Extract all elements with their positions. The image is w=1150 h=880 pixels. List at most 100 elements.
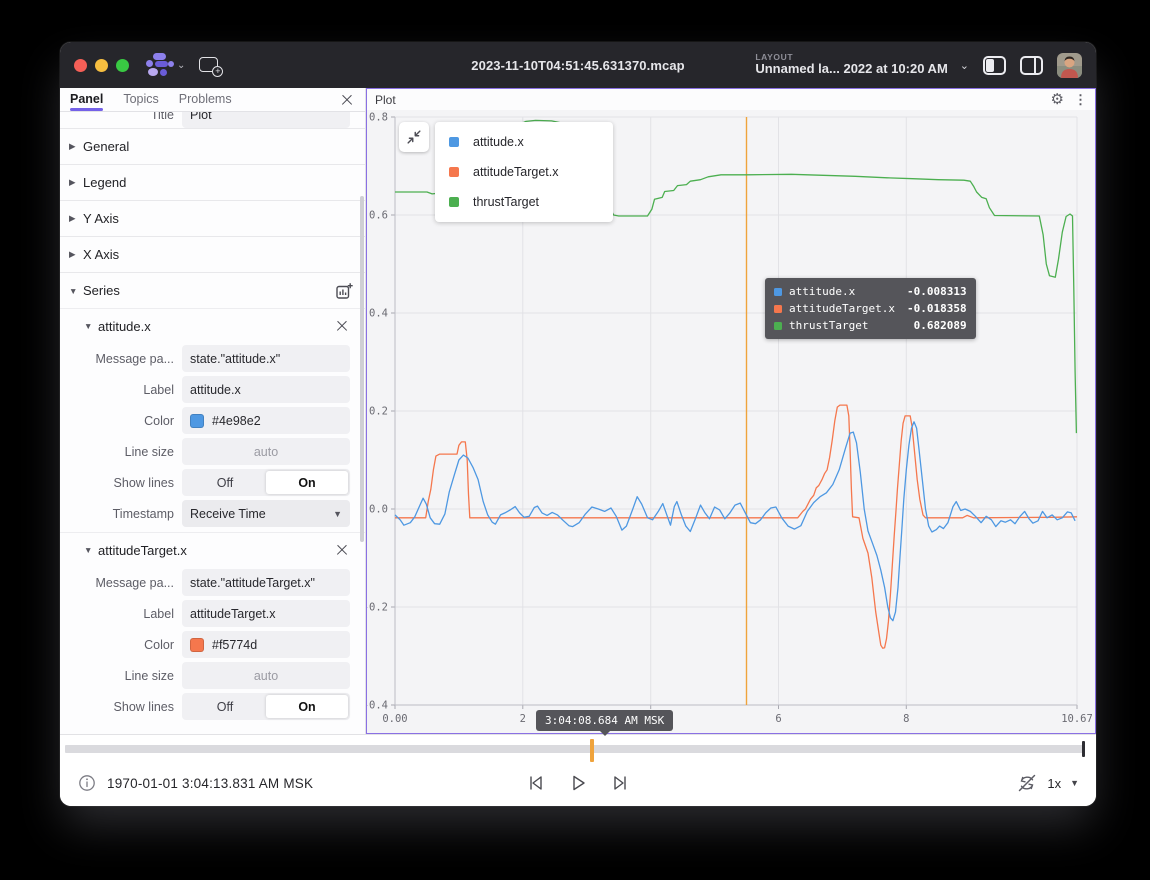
legend-swatch-green bbox=[449, 197, 459, 207]
section-series[interactable]: ▼ Series bbox=[60, 272, 365, 308]
tab-topics[interactable]: Topics bbox=[123, 89, 158, 111]
section-x-axis[interactable]: ▶ X Axis bbox=[60, 236, 365, 272]
timestamp-select[interactable]: Receive Time ▼ bbox=[182, 500, 350, 527]
legend-item-attitude-target-x[interactable]: attitudeTarget.x bbox=[435, 157, 613, 187]
plot-legend: attitude.x attitudeTarget.x thrustTarget bbox=[435, 122, 613, 222]
series-node-attitude-target-x: ▼ attitudeTarget.x Message pa... state."… bbox=[60, 532, 365, 725]
show-lines-on-option[interactable]: On bbox=[266, 695, 348, 718]
layout-chevron-icon[interactable]: ⌄ bbox=[960, 59, 969, 72]
current-timestamp[interactable]: 1970-01-01 3:04:13.831 AM MSK bbox=[107, 776, 313, 791]
speed-chevron-icon[interactable]: ▼ bbox=[1070, 778, 1079, 788]
remove-series-icon[interactable] bbox=[333, 541, 351, 559]
scrubber-playhead[interactable] bbox=[1082, 741, 1085, 757]
show-lines-toggle: Off On bbox=[182, 469, 350, 496]
color-input[interactable]: #4e98e2 bbox=[182, 407, 350, 434]
collapsed-arrow-icon: ▶ bbox=[69, 177, 83, 188]
section-y-axis[interactable]: ▶ Y Axis bbox=[60, 200, 365, 236]
timeline-scrubber[interactable] bbox=[60, 735, 1096, 761]
right-sidebar-toggle-icon[interactable] bbox=[1020, 56, 1043, 75]
svg-text:8: 8 bbox=[903, 713, 909, 725]
legend-swatch-orange bbox=[449, 167, 459, 177]
show-lines-on-option[interactable]: On bbox=[266, 471, 348, 494]
user-avatar[interactable] bbox=[1057, 53, 1082, 78]
line-size-input[interactable]: auto bbox=[182, 662, 350, 689]
sidebar-scroll-area[interactable]: Title Plot ▶ General ▶ Legend ▶ Y Axis bbox=[60, 112, 365, 734]
layout-selector[interactable]: LAYOUT Unnamed la... 2022 at 10:20 AM bbox=[755, 53, 947, 78]
svg-text:6: 6 bbox=[775, 713, 781, 725]
scrubber-track[interactable] bbox=[65, 745, 1085, 753]
section-legend[interactable]: ▶ Legend bbox=[60, 164, 365, 200]
show-lines-off-option[interactable]: Off bbox=[184, 471, 266, 494]
color-swatch[interactable] bbox=[190, 638, 204, 652]
app-logo-icon[interactable] bbox=[145, 52, 175, 78]
plot-panel-header[interactable]: Plot ⚙ ⋮ bbox=[367, 89, 1095, 110]
svg-text:0.4: 0.4 bbox=[369, 308, 388, 320]
plot-panel[interactable]: Plot ⚙ ⋮ 0.80.60.40.20.0-0.2-0.40.002468… bbox=[366, 88, 1096, 734]
series-node-attitude-x: ▼ attitude.x Message pa... state."attitu… bbox=[60, 308, 365, 532]
tooltip-value: 0.682089 bbox=[914, 319, 967, 332]
show-lines-toggle: Off On bbox=[182, 693, 350, 720]
svg-text:0.0: 0.0 bbox=[369, 504, 388, 516]
color-input[interactable]: #f5774d bbox=[182, 631, 350, 658]
info-icon[interactable] bbox=[77, 773, 97, 793]
line-size-input[interactable]: auto bbox=[182, 438, 350, 465]
minimize-window-button[interactable] bbox=[95, 59, 108, 72]
expanded-arrow-icon: ▼ bbox=[84, 321, 98, 331]
playback-speed[interactable]: 1x bbox=[1047, 776, 1061, 791]
seek-end-icon[interactable] bbox=[610, 772, 632, 794]
zoom-window-button[interactable] bbox=[116, 59, 129, 72]
label-input[interactable]: attitude.x bbox=[182, 376, 350, 403]
new-window-button[interactable]: + bbox=[199, 56, 221, 74]
scrubber-hover-tooltip: 3:04:08.684 AM MSK bbox=[536, 710, 673, 731]
chevron-down-icon: ▼ bbox=[333, 509, 342, 519]
collapse-legend-button[interactable] bbox=[399, 122, 429, 152]
color-value: #f5774d bbox=[212, 638, 257, 652]
color-value: #4e98e2 bbox=[212, 414, 261, 428]
plot-chart-area[interactable]: 0.80.60.40.20.0-0.2-0.40.00246810.67 att… bbox=[367, 110, 1095, 733]
collapsed-arrow-icon: ▶ bbox=[69, 249, 83, 260]
tooltip-label: thrustTarget bbox=[789, 319, 907, 332]
section-x-axis-label: X Axis bbox=[83, 247, 119, 262]
tab-problems[interactable]: Problems bbox=[179, 89, 232, 111]
legend-item-thrust-target[interactable]: thrustTarget bbox=[435, 187, 613, 217]
window-controls bbox=[74, 59, 129, 72]
loop-off-icon[interactable] bbox=[1016, 772, 1038, 794]
play-icon[interactable] bbox=[567, 772, 589, 794]
message-path-input[interactable]: state."attitude.x" bbox=[182, 345, 350, 372]
legend-label: attitudeTarget.x bbox=[473, 165, 558, 179]
title-field-row-clipped: Title Plot bbox=[60, 112, 365, 128]
collapsed-arrow-icon: ▶ bbox=[69, 213, 83, 224]
legend-label: thrustTarget bbox=[473, 195, 539, 209]
color-swatch[interactable] bbox=[190, 414, 204, 428]
series-header-attitude-x[interactable]: ▼ attitude.x bbox=[60, 309, 365, 343]
data-source-title[interactable]: 2023-11-10T04:51:45.631370.mcap bbox=[471, 58, 684, 73]
show-lines-off-option[interactable]: Off bbox=[184, 695, 266, 718]
panel-menu-kebab-icon[interactable]: ⋮ bbox=[1074, 93, 1087, 106]
tab-panel[interactable]: Panel bbox=[70, 89, 103, 111]
playback-bar: 1970-01-01 3:04:13.831 AM MSK 1x bbox=[60, 734, 1096, 806]
tooltip-swatch-green bbox=[774, 322, 782, 330]
remove-series-icon[interactable] bbox=[333, 317, 351, 335]
close-sidebar-icon[interactable] bbox=[339, 92, 355, 108]
svg-text:0.00: 0.00 bbox=[382, 713, 407, 725]
sidebar-scrollbar[interactable] bbox=[360, 196, 364, 542]
collapse-arrows-icon bbox=[404, 127, 424, 147]
expanded-arrow-icon: ▼ bbox=[84, 545, 98, 555]
legend-item-attitude-x[interactable]: attitude.x bbox=[435, 127, 613, 157]
message-path-input[interactable]: state."attitudeTarget.x" bbox=[182, 569, 350, 596]
series-header-attitude-target-x[interactable]: ▼ attitudeTarget.x bbox=[60, 533, 365, 567]
left-sidebar-toggle-icon[interactable] bbox=[983, 56, 1006, 75]
seek-start-icon[interactable] bbox=[524, 772, 546, 794]
close-window-button[interactable] bbox=[74, 59, 87, 72]
title-field-input[interactable]: Plot bbox=[182, 112, 350, 128]
section-general[interactable]: ▶ General bbox=[60, 128, 365, 164]
tooltip-swatch-blue bbox=[774, 288, 782, 296]
section-y-axis-label: Y Axis bbox=[83, 211, 119, 226]
svg-text:0.6: 0.6 bbox=[369, 210, 388, 222]
tooltip-row: attitudeTarget.x -0.018358 bbox=[774, 300, 967, 317]
panel-settings-gear-icon[interactable]: ⚙ bbox=[1051, 92, 1064, 107]
add-series-icon[interactable] bbox=[335, 282, 353, 300]
app-menu-chevron-icon[interactable]: ⌄ bbox=[177, 60, 185, 71]
label-input[interactable]: attitudeTarget.x bbox=[182, 600, 350, 627]
layout-name: Unnamed la... 2022 at 10:20 AM bbox=[755, 62, 947, 77]
